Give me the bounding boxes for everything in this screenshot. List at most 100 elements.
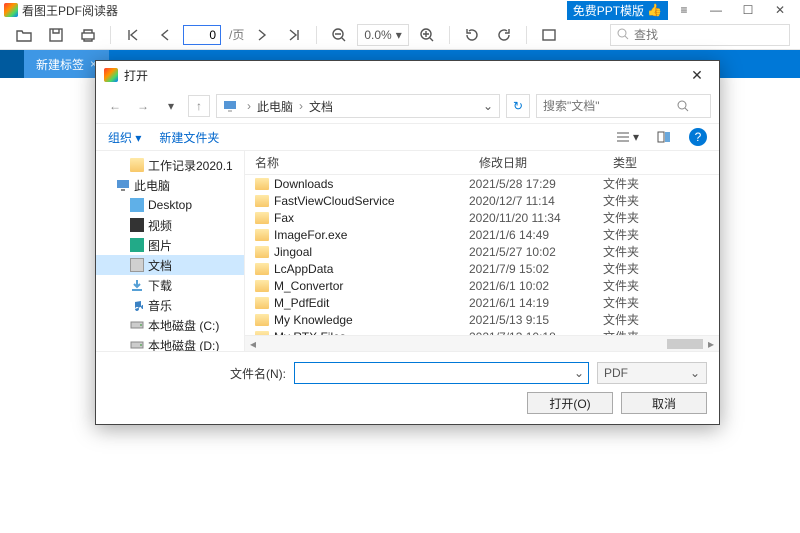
file-row[interactable]: My RTX Files2021/7/13 10:18文件夹	[245, 328, 719, 335]
tree-item-label: 文档	[148, 257, 172, 274]
dialog-toolbar: 组织 ▾ 新建文件夹 ▾ ?	[96, 123, 719, 151]
open-file-button[interactable]	[10, 22, 38, 48]
new-folder-button[interactable]: 新建文件夹	[159, 129, 219, 146]
save-button[interactable]	[42, 22, 70, 48]
tree-item-label: 本地磁盘 (C:)	[148, 317, 219, 334]
tree-item[interactable]: 此电脑	[96, 175, 244, 195]
refresh-button[interactable]: ↻	[506, 94, 530, 118]
file-list-header[interactable]: 名称 修改日期 类型	[245, 151, 719, 175]
crumb-pc[interactable]: 此电脑	[257, 98, 293, 115]
file-row[interactable]: M_Convertor2021/6/1 10:02文件夹	[245, 277, 719, 294]
menu-button[interactable]: ≡	[668, 0, 700, 20]
file-name: ImageFor.exe	[274, 228, 347, 242]
tab-handle[interactable]	[0, 50, 24, 78]
pc-icon	[116, 178, 130, 192]
file-row[interactable]: Jingoal2021/5/27 10:02文件夹	[245, 243, 719, 260]
dialog-search-box[interactable]	[536, 94, 711, 118]
file-type: 文件夹	[603, 226, 713, 243]
pic-icon	[130, 238, 144, 252]
col-name[interactable]: 名称	[245, 154, 469, 171]
file-type: 文件夹	[603, 260, 713, 277]
ad-banner[interactable]: 免费PPT模版 👍	[567, 1, 668, 20]
filename-input-wrap[interactable]: ⌄	[294, 362, 589, 384]
app-logo-icon	[4, 3, 18, 17]
crumb-docs[interactable]: 文档	[309, 98, 333, 115]
tree-item[interactable]: 音乐	[96, 295, 244, 315]
zoom-out-button[interactable]	[325, 22, 353, 48]
file-rows[interactable]: Downloads2021/5/28 17:29文件夹FastViewCloud…	[245, 175, 719, 335]
file-row[interactable]: Downloads2021/5/28 17:29文件夹	[245, 175, 719, 192]
maximize-button[interactable]: ☐	[732, 0, 764, 20]
tree-item[interactable]: 文档	[96, 255, 244, 275]
scroll-left-icon[interactable]: ◂	[245, 337, 261, 351]
folder-icon	[255, 195, 269, 207]
close-app-button[interactable]: ✕	[764, 0, 796, 20]
fit-width-button[interactable]	[535, 22, 563, 48]
col-type[interactable]: 类型	[603, 154, 713, 171]
view-mode-button[interactable]: ▾	[616, 130, 639, 144]
filename-input[interactable]	[299, 366, 574, 380]
file-row[interactable]: ImageFor.exe2021/1/6 14:49文件夹	[245, 226, 719, 243]
tree-item[interactable]: 本地磁盘 (C:)	[96, 315, 244, 335]
file-row[interactable]: FastViewCloudService2020/12/7 11:14文件夹	[245, 192, 719, 209]
page-number-input[interactable]	[183, 25, 221, 45]
tree-item[interactable]: 工作记录2020.1	[96, 155, 244, 175]
file-row[interactable]: Fax2020/11/20 11:34文件夹	[245, 209, 719, 226]
tree-item-label: 工作记录2020.1	[148, 157, 233, 174]
help-button[interactable]: ?	[689, 128, 707, 146]
tree-item[interactable]: 本地磁盘 (D:)	[96, 335, 244, 351]
file-row[interactable]: LcAppData2021/7/9 15:02文件夹	[245, 260, 719, 277]
file-name: Jingoal	[274, 245, 312, 259]
search-input[interactable]	[634, 28, 764, 42]
search-box[interactable]	[610, 24, 790, 46]
first-page-button[interactable]	[119, 22, 147, 48]
next-page-button[interactable]	[248, 22, 276, 48]
breadcrumb[interactable]: › 此电脑 › 文档 ⌄	[216, 94, 500, 118]
last-page-button[interactable]	[280, 22, 308, 48]
cancel-button[interactable]: 取消	[621, 392, 707, 414]
open-button[interactable]: 打开(O)	[527, 392, 613, 414]
tree-item[interactable]: 图片	[96, 235, 244, 255]
file-type-filter[interactable]: PDF⌄	[597, 362, 707, 384]
search-icon	[617, 28, 630, 41]
file-name: M_PdfEdit	[274, 296, 329, 310]
rotate-left-button[interactable]	[458, 22, 486, 48]
nav-recent-button[interactable]: ▾	[160, 95, 182, 117]
file-date: 2021/5/28 17:29	[469, 177, 603, 191]
crumb-sep-icon: ›	[299, 99, 303, 113]
file-type: 文件夹	[603, 311, 713, 328]
file-name: LcAppData	[274, 262, 333, 276]
nav-forward-button[interactable]: →	[132, 95, 154, 117]
prev-page-button[interactable]	[151, 22, 179, 48]
col-date[interactable]: 修改日期	[469, 154, 603, 171]
horizontal-scrollbar[interactable]: ◂ ▸	[245, 335, 719, 351]
nav-up-button[interactable]: ↑	[188, 95, 210, 117]
folder-tree[interactable]: 工作记录2020.1此电脑Desktop视频图片文档下载音乐本地磁盘 (C:)本…	[96, 151, 245, 351]
file-type: 文件夹	[603, 277, 713, 294]
tree-item[interactable]: 下载	[96, 275, 244, 295]
chevron-down-icon: ⌄	[690, 366, 700, 380]
tree-item[interactable]: Desktop	[96, 195, 244, 215]
chevron-down-icon[interactable]: ⌄	[574, 366, 584, 380]
scroll-thumb[interactable]	[667, 339, 703, 349]
tree-item[interactable]: 视频	[96, 215, 244, 235]
preview-pane-button[interactable]	[657, 131, 671, 143]
zoom-in-button[interactable]	[413, 22, 441, 48]
zoom-combobox[interactable]: 0.0%▾	[357, 24, 408, 46]
rotate-right-button[interactable]	[490, 22, 518, 48]
scroll-right-icon[interactable]: ▸	[703, 337, 719, 351]
print-button[interactable]	[74, 22, 102, 48]
file-row[interactable]: My Knowledge2021/5/13 9:15文件夹	[245, 311, 719, 328]
file-date: 2020/12/7 11:14	[469, 194, 603, 208]
crumb-dropdown-icon[interactable]: ⌄	[483, 99, 493, 113]
app-title: 看图王PDF阅读器	[22, 2, 118, 19]
organize-button[interactable]: 组织 ▾	[108, 129, 141, 146]
minimize-button[interactable]: —	[700, 0, 732, 20]
nav-back-button[interactable]: ←	[104, 95, 126, 117]
dialog-title: 打开	[124, 67, 683, 84]
file-row[interactable]: M_PdfEdit2021/6/1 14:19文件夹	[245, 294, 719, 311]
folder-icon	[255, 246, 269, 258]
dialog-search-input[interactable]	[543, 99, 673, 113]
dialog-close-button[interactable]: ✕	[683, 67, 711, 84]
desk-icon	[130, 198, 144, 212]
